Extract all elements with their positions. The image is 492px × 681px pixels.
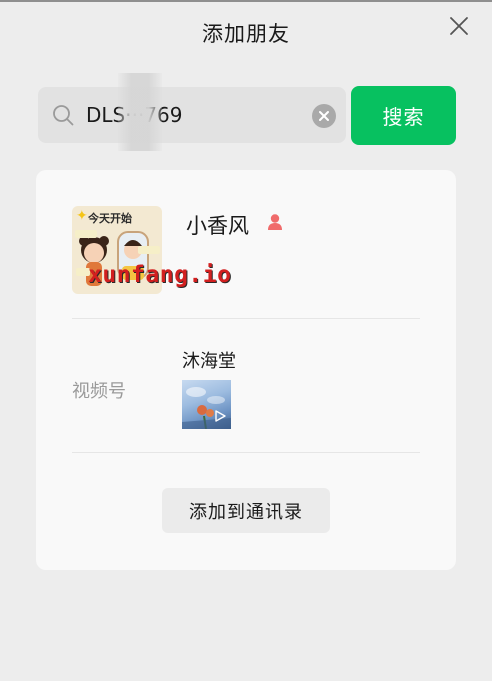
search-box[interactable] <box>38 73 346 151</box>
channel-video-thumbnail[interactable] <box>182 380 231 429</box>
avatar-illustration <box>75 230 160 286</box>
divider <box>72 452 420 453</box>
add-to-contacts-button[interactable]: 添加到通讯录 <box>162 488 330 533</box>
contact-nickname: 小香风 <box>186 214 249 238</box>
close-button[interactable] <box>448 15 470 37</box>
clear-search-button[interactable] <box>312 104 336 128</box>
window-top-border <box>0 0 492 2</box>
search-button[interactable]: 搜索 <box>351 86 456 145</box>
clear-icon <box>319 111 329 121</box>
close-icon <box>450 17 468 35</box>
search-icon <box>53 105 74 126</box>
channel-label: 视频号 <box>72 381 126 402</box>
play-icon <box>215 410 226 422</box>
female-gender-icon <box>268 214 282 230</box>
search-result-card: ✦ 今天开始 小香风 xunfang.io 视频号 沐海堂 添加到通讯录 <box>36 170 456 570</box>
channel-name[interactable]: 沐海堂 <box>182 347 236 373</box>
page-title: 添加朋友 <box>202 22 290 46</box>
avatar[interactable]: ✦ 今天开始 <box>72 206 162 294</box>
search-input[interactable] <box>86 99 298 131</box>
divider <box>72 318 420 319</box>
